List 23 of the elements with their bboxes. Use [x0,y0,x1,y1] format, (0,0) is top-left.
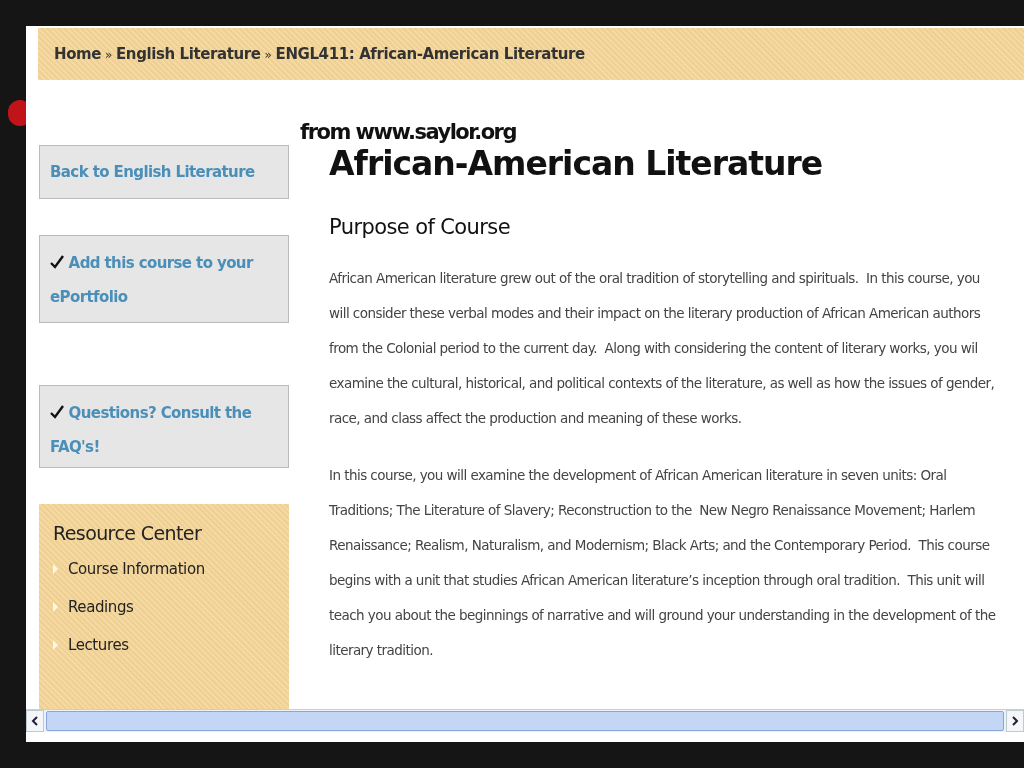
chevron-left-icon [31,716,39,726]
breadcrumb-separator: » [264,48,272,62]
resource-link[interactable]: Course Information [68,559,205,578]
chevron-right-icon [1011,716,1019,726]
paragraph: In this course, you will examine the development of African American literature in seven units: Oral Traditions; The Literature of Slavery; Reconstruction to the New Negro Renaissance Movement; Harlem Renaissance; Realism, Naturalism, and Modernism; Black Arts; and the Contemporary Period. This course begins with a unit that studies African American literature’s inception through oral tradition. This unit will teach you about the beginnings of narrative and will ground your understanding in the development of the literary tradition. [329,466,997,660]
caret-icon [53,601,58,612]
section-heading: Purpose of Course [329,215,511,239]
resource-link[interactable]: Readings [68,597,134,616]
breadcrumb-link[interactable]: ENGL411: African-American Literature [275,45,585,63]
scroll-left-button[interactable] [26,710,44,732]
caret-icon [53,563,58,574]
scroll-thumb[interactable] [46,711,1004,731]
paragraph: African American literature grew out of the oral tradition of storytelling and spirituals. In this course, you will consider these verbal modes and their impact on the literary production of African American authors from the Colonial period to the current day. Along with considering the content of literary works, you wil examine the cultural, historical, and political contexts of the literature, as well as how the issues of gender, race, and class affect the production and meaning of these works. [329,269,996,428]
scroll-right-button[interactable] [1006,710,1024,732]
caret-icon [53,639,58,650]
breadcrumb-link[interactable]: English Literature [116,45,261,63]
source-caption: from www.saylor.org [300,120,516,144]
breadcrumb-separator: » [105,48,112,62]
panel-title: Resource Center [53,521,203,544]
breadcrumb-link[interactable]: Home [54,45,102,63]
resource-link[interactable]: Lectures [68,635,129,654]
page-title: African-American Literature [329,144,824,183]
horizontal-scrollbar[interactable] [26,709,1024,732]
